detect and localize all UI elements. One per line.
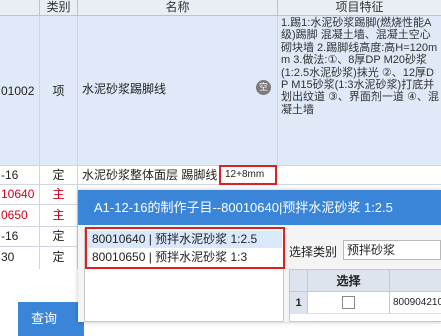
row-code: -16: [0, 227, 40, 246]
row-code: 30: [0, 247, 40, 269]
header-name: 名称: [78, 0, 278, 16]
sub-item-popup: A1-12-16的制作子目--80010640|预拌水泥砂浆 1:2.5 800…: [78, 190, 441, 322]
row-category: 项: [40, 16, 78, 165]
select-checkbox[interactable]: [342, 296, 355, 309]
grid-row-number: 1: [290, 292, 308, 314]
header-category: 类别: [40, 0, 78, 16]
category-filter-select[interactable]: 预拌砂浆: [343, 240, 441, 260]
table-row[interactable]: 01002 项 水泥砂浆踢脚线 空 1.踢1:水泥砂浆踢脚(燃烧性能A级)踢脚 …: [0, 16, 441, 166]
row-category: 定: [40, 166, 78, 184]
table-header: 类别 名称 项目特征: [0, 0, 441, 16]
sub-item-option[interactable]: 80010640 | 预拌水泥砂浆 1:2.5: [88, 231, 282, 248]
row-name-cell[interactable]: 水泥砂浆踢脚线 空: [78, 16, 278, 165]
header-feature: 项目特征: [335, 0, 384, 14]
row-category: 定: [40, 227, 78, 246]
grid-corner: [290, 270, 308, 292]
row-code: -16: [0, 166, 40, 184]
sub-item-list: 80010640 | 预拌水泥砂浆 1:2.5 80010650 | 预拌水泥砂…: [85, 227, 285, 269]
material-code-cell: 800904210: [390, 292, 441, 314]
sub-item-option[interactable]: 80010650 | 预拌水泥砂浆 1:3: [88, 249, 282, 266]
popup-title: A1-12-16的制作子目--80010640|预拌水泥砂浆 1:2.5: [78, 190, 441, 225]
material-grid: 选择 1 800904210: [289, 269, 441, 322]
row-name: 水泥砂浆踢脚线: [82, 82, 167, 96]
code-column-header[interactable]: [390, 270, 441, 292]
row-category: 定: [40, 247, 78, 269]
row-code: 10640: [0, 185, 40, 204]
query-panel-header[interactable]: 查询: [18, 302, 84, 336]
row-category: 主: [40, 185, 78, 204]
row-code: 01002: [0, 16, 40, 165]
select-cell: [308, 292, 390, 314]
empty-badge-icon[interactable]: 空: [256, 80, 271, 95]
category-filter-label: 选择类别: [289, 245, 338, 259]
header-code-column: [0, 0, 40, 16]
height-input-highlight[interactable]: 12+8mm: [219, 165, 277, 185]
row-code: 0650: [0, 205, 40, 226]
row-feature: 1.踢1:水泥砂浆踢脚(燃烧性能A级)踢脚 混凝土墙、混凝土空心砌块墙 2.踢脚…: [281, 17, 439, 116]
row-category: 主: [40, 205, 78, 226]
select-column-header[interactable]: 选择: [308, 270, 390, 292]
